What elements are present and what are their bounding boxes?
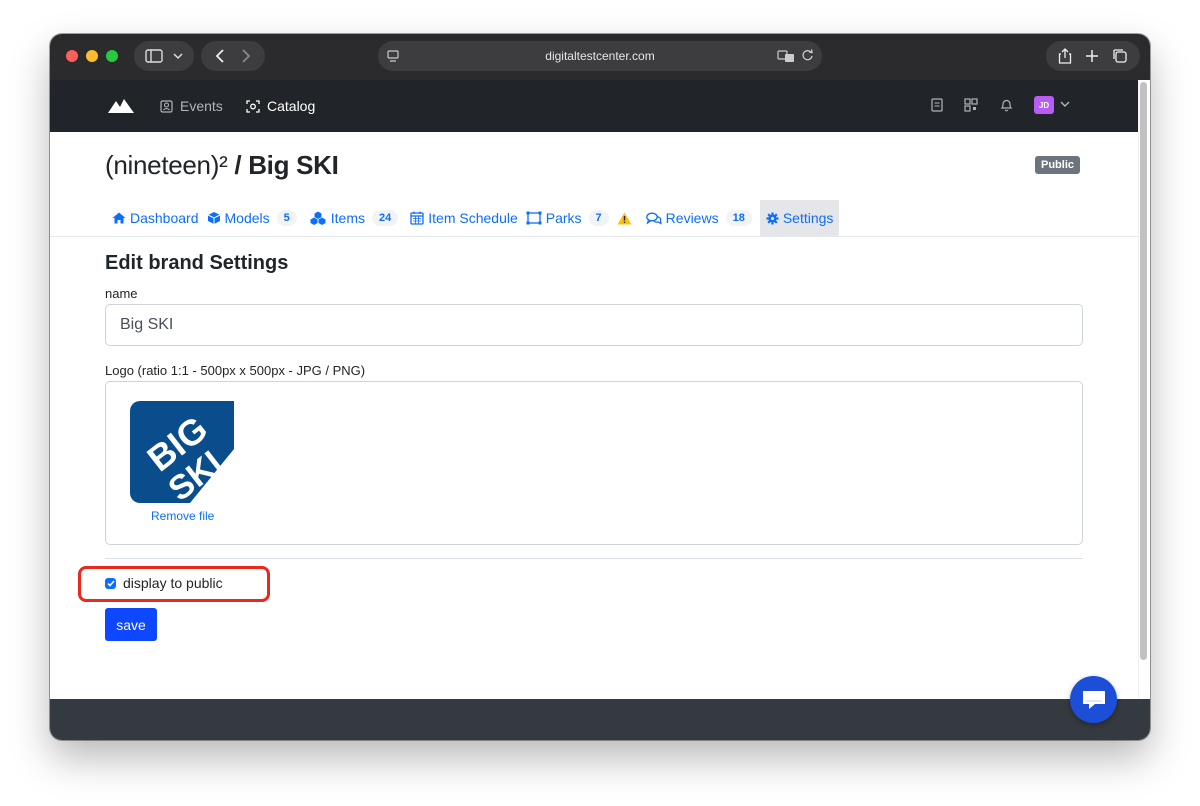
warning-icon bbox=[617, 212, 632, 224]
home-icon bbox=[112, 212, 126, 224]
close-window-button[interactable] bbox=[66, 50, 78, 62]
logo-dropzone[interactable]: BIG SKI Remove file bbox=[105, 381, 1083, 545]
gear-icon bbox=[766, 212, 779, 224]
browser-toolbar: digitaltestcenter.com bbox=[50, 34, 1150, 80]
section-title: Edit brand Settings bbox=[105, 252, 289, 274]
tab-reviews[interactable]: Reviews 18 bbox=[642, 200, 760, 236]
check-icon bbox=[106, 580, 115, 587]
page-title-prefix: (nineteen)² bbox=[105, 150, 235, 180]
forward-icon[interactable] bbox=[241, 49, 251, 63]
tab-label: Items bbox=[330, 210, 365, 226]
chevron-down-icon bbox=[173, 53, 183, 60]
form-divider bbox=[105, 558, 1083, 559]
park-icon bbox=[526, 211, 542, 225]
tab-label: Settings bbox=[782, 210, 834, 226]
logo-label: Logo (ratio 1:1 - 500px x 500px - JPG / … bbox=[105, 363, 366, 378]
reload-icon[interactable] bbox=[801, 49, 814, 62]
chat-launcher-button[interactable] bbox=[1070, 676, 1117, 723]
maximize-window-button[interactable] bbox=[106, 50, 118, 62]
name-input[interactable] bbox=[105, 304, 1083, 346]
brand-logo-image: BIG SKI bbox=[130, 401, 234, 503]
count-badge: 24 bbox=[372, 210, 399, 226]
tab-overview-icon[interactable] bbox=[1112, 48, 1128, 64]
browser-window: digitaltestcenter.com Events Catalog JD bbox=[50, 34, 1150, 740]
nav-events-label: Events bbox=[180, 98, 223, 114]
events-icon bbox=[160, 99, 173, 113]
window-actions bbox=[1046, 41, 1140, 71]
tab-items[interactable]: Items 24 bbox=[305, 200, 406, 236]
address-bar[interactable]: digitaltestcenter.com bbox=[378, 41, 822, 71]
user-avatar[interactable]: JD bbox=[1034, 96, 1054, 114]
tab-item-schedule[interactable]: Item Schedule bbox=[406, 200, 522, 236]
count-badge: 18 bbox=[725, 210, 752, 226]
name-label: name bbox=[105, 286, 138, 301]
tab-label: Models bbox=[224, 210, 270, 226]
display-public-label[interactable]: display to public bbox=[123, 575, 223, 591]
chevron-down-icon[interactable] bbox=[1060, 100, 1070, 108]
url-text: digitaltestcenter.com bbox=[545, 49, 655, 63]
catalog-icon bbox=[246, 99, 260, 113]
history-nav bbox=[201, 41, 265, 71]
document-icon[interactable] bbox=[931, 98, 943, 112]
brand-logo-icon[interactable] bbox=[108, 99, 134, 113]
cubes-icon bbox=[310, 211, 326, 225]
scrollbar-thumb[interactable] bbox=[1140, 82, 1147, 660]
tab-label: Dashboard bbox=[130, 210, 199, 226]
brand-tabs: Dashboard Models 5 Items 24 Item Schedul… bbox=[108, 200, 840, 236]
tab-models[interactable]: Models 5 bbox=[203, 200, 305, 236]
nav-events[interactable]: Events bbox=[160, 80, 223, 132]
remove-file-link[interactable]: Remove file bbox=[151, 509, 214, 523]
tab-label: Item Schedule bbox=[428, 210, 518, 226]
count-badge: 7 bbox=[588, 210, 609, 226]
tab-parks[interactable]: Parks 7 bbox=[522, 200, 636, 236]
page-footer bbox=[50, 699, 1150, 740]
share-icon[interactable] bbox=[1058, 48, 1072, 64]
minimize-window-button[interactable] bbox=[86, 50, 98, 62]
cube-icon bbox=[207, 212, 220, 224]
back-icon[interactable] bbox=[215, 49, 225, 63]
page-title-brand: / Big SKI bbox=[234, 150, 339, 180]
tab-label: Reviews bbox=[665, 210, 719, 226]
status-badge: Public bbox=[1035, 156, 1081, 174]
tab-dashboard[interactable]: Dashboard bbox=[108, 200, 203, 236]
sidebar-toggle-button[interactable] bbox=[134, 41, 194, 71]
comments-icon bbox=[645, 212, 662, 225]
sidebar-icon bbox=[145, 49, 163, 63]
page-menu-icon[interactable] bbox=[386, 49, 400, 63]
chat-icon bbox=[1082, 690, 1105, 709]
page-title: (nineteen)² / Big SKI bbox=[105, 150, 339, 181]
tabs-divider bbox=[50, 236, 1138, 237]
tab-label: Parks bbox=[545, 210, 582, 226]
calendar-icon bbox=[410, 211, 424, 225]
new-tab-icon[interactable] bbox=[1085, 49, 1099, 63]
nav-catalog[interactable]: Catalog bbox=[246, 80, 315, 132]
tab-settings[interactable]: Settings bbox=[759, 200, 840, 236]
count-badge: 5 bbox=[276, 210, 297, 226]
qr-code-icon[interactable] bbox=[964, 98, 978, 112]
save-button[interactable]: save bbox=[105, 608, 157, 641]
nav-catalog-label: Catalog bbox=[267, 98, 316, 114]
app-header: Events Catalog JD bbox=[50, 80, 1150, 132]
bell-icon[interactable] bbox=[1000, 98, 1013, 112]
translate-icon[interactable] bbox=[777, 49, 795, 63]
main-content: (nineteen)² / Big SKI Public Dashboard M… bbox=[50, 80, 1150, 740]
display-public-checkbox[interactable] bbox=[105, 578, 116, 589]
